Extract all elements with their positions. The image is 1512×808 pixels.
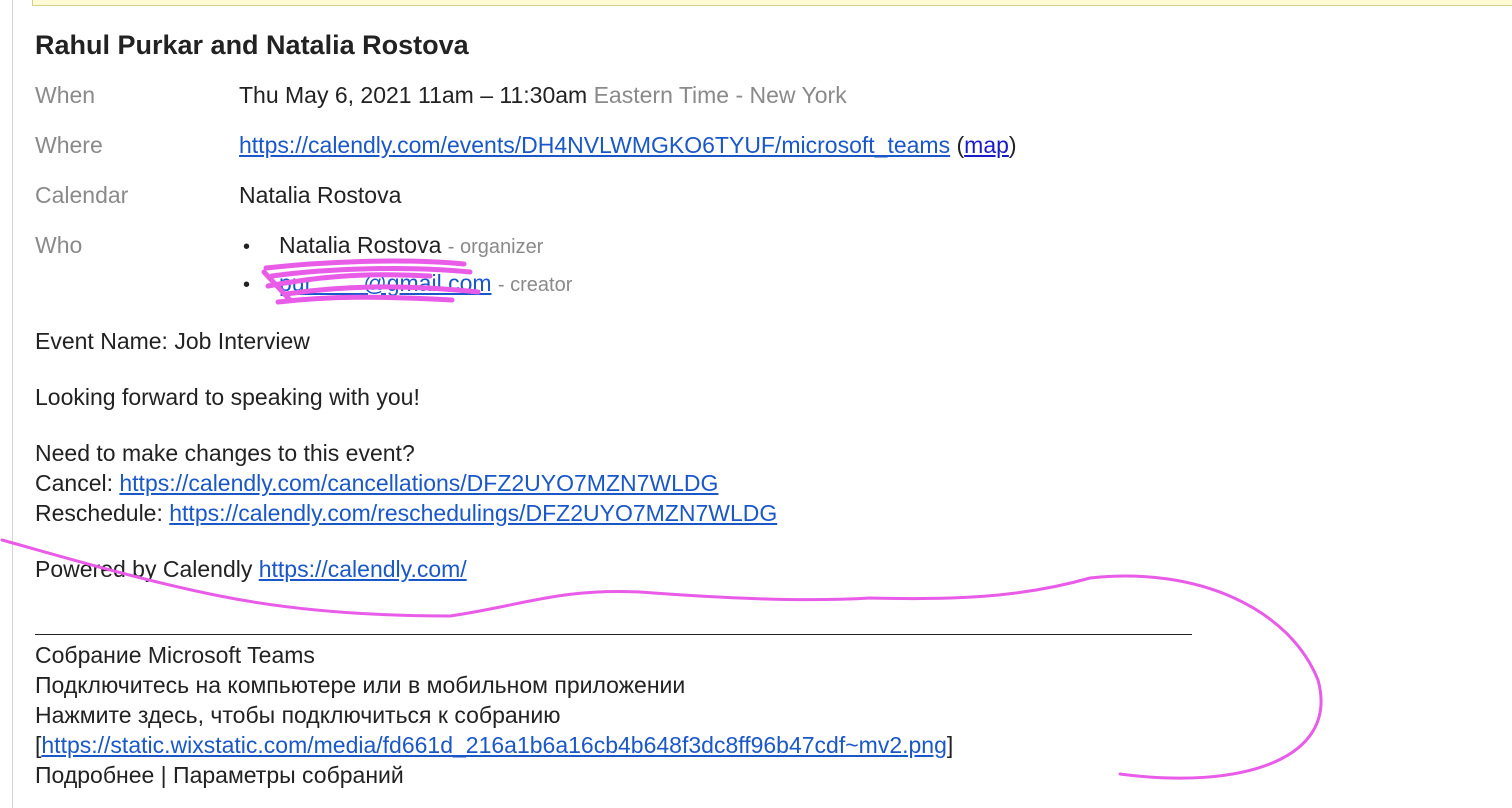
when-value: Thu May 6, 2021 11am – 11:30am Eastern T… — [239, 82, 847, 109]
reschedule-link[interactable]: https://calendly.com/reschedulings/DFZ2U… — [169, 500, 777, 526]
teams-image-line: [https://static.wixstatic.com/media/fd66… — [35, 732, 953, 759]
teams-join-hint: Подключитесь на компьютере или в мобильн… — [35, 672, 686, 698]
cancel-label: Cancel: — [35, 470, 113, 496]
attendee-email-link[interactable]: pur @gmail.com — [279, 270, 492, 296]
greeting-line: Looking forward to speaking with you! — [35, 384, 420, 410]
cancel-line: Cancel: https://calendly.com/cancellatio… — [35, 470, 718, 497]
powered-line: Powered by Calendly https://calendly.com… — [35, 556, 467, 583]
who-label: Who — [35, 232, 83, 258]
attendee-item: Natalia Rostova - organizer — [279, 232, 543, 259]
attendee-name: Natalia Rostova — [279, 232, 442, 258]
attendee-item: pur @gmail.com - creator — [279, 270, 572, 297]
bullet: • — [243, 236, 251, 258]
bracket-close: ] — [946, 732, 954, 758]
close-paren: ) — [1008, 132, 1017, 158]
cancel-link[interactable]: https://calendly.com/cancellations/DFZ2U… — [119, 470, 718, 496]
map-link[interactable]: map — [964, 132, 1009, 158]
calendar-label: Calendar — [35, 182, 129, 208]
where-label: Where — [35, 132, 103, 158]
when-label: When — [35, 82, 96, 108]
open-paren: ( — [956, 132, 965, 158]
calendly-link[interactable]: https://calendly.com/ — [259, 556, 467, 582]
timezone: Eastern Time - New York — [593, 82, 847, 108]
left-border — [12, 0, 13, 808]
changes-prompt: Need to make changes to this event? — [35, 440, 415, 466]
reschedule-line: Reschedule: https://calendly.com/resched… — [35, 500, 777, 527]
event-name-line: Event Name: Job Interview — [35, 328, 310, 354]
teams-image-link[interactable]: https://static.wixstatic.com/media/fd661… — [41, 732, 947, 758]
when-datetime: Thu May 6, 2021 11am – 11:30am — [239, 82, 588, 108]
reschedule-label: Reschedule: — [35, 500, 163, 526]
where-value: https://calendly.com/events/DH4NVLWMGKO6… — [239, 132, 1017, 159]
event-title: Rahul Purkar and Natalia Rostova — [35, 30, 469, 60]
attendee-role: - creator — [497, 274, 573, 296]
attendee-role: - organizer — [447, 236, 544, 258]
powered-label: Powered by Calendly — [35, 556, 253, 582]
notice-bar — [32, 0, 1512, 6]
teams-meeting-title: Собрание Microsoft Teams — [35, 642, 315, 668]
bullet: • — [243, 274, 251, 296]
where-link[interactable]: https://calendly.com/events/DH4NVLWMGKO6… — [239, 132, 950, 158]
teams-click-here: Нажмите здесь, чтобы подключиться к собр… — [35, 702, 561, 728]
teams-footer: Подробнее | Параметры собраний — [35, 762, 404, 788]
calendar-value: Natalia Rostova — [239, 182, 402, 208]
separator-line — [35, 634, 1192, 635]
